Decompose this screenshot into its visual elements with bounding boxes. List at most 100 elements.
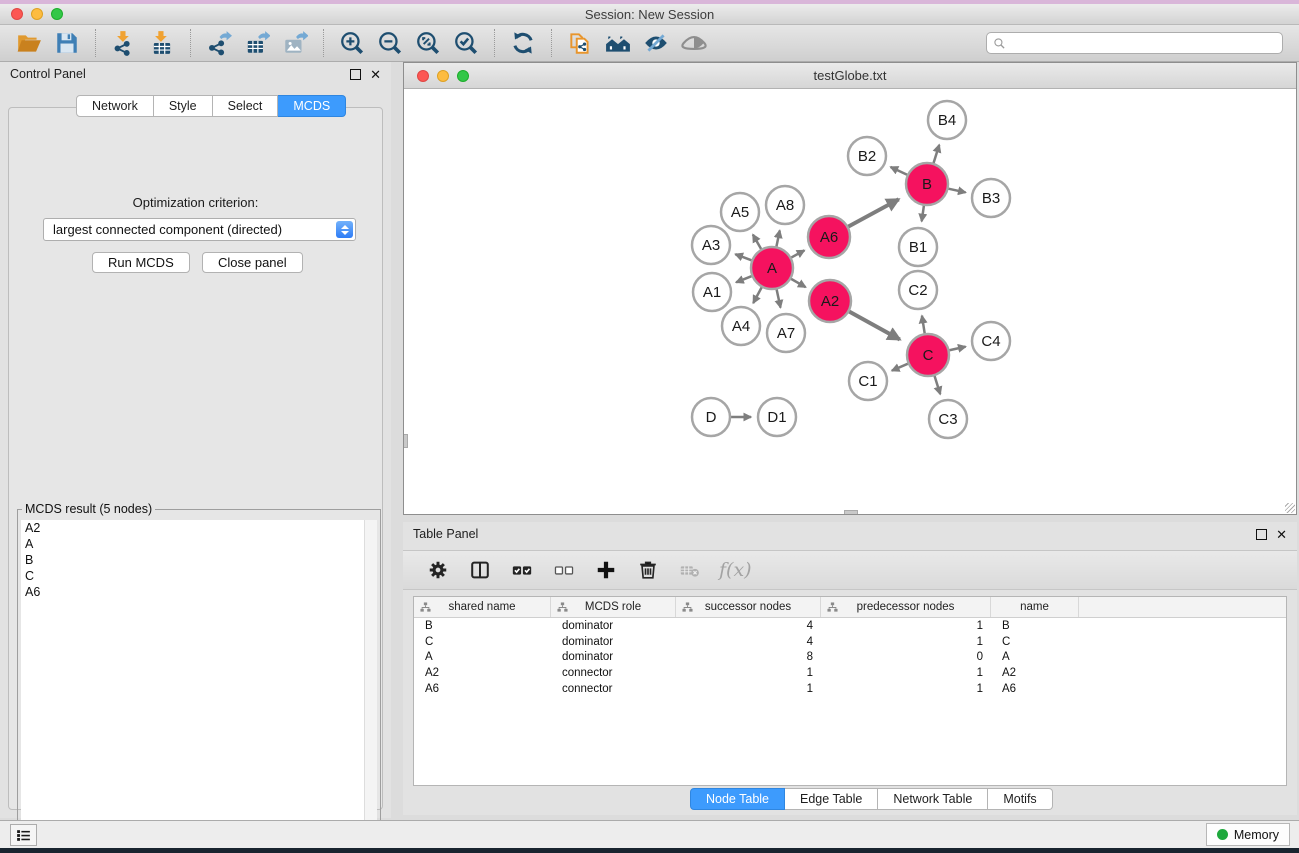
network-window-controls[interactable] bbox=[417, 70, 469, 82]
table-settings-button[interactable] bbox=[423, 556, 453, 584]
minimize-window-button[interactable] bbox=[31, 8, 43, 20]
mcds-result-item[interactable]: B bbox=[21, 552, 377, 568]
close-panel-button[interactable]: Close panel bbox=[202, 252, 303, 273]
cell-successor-nodes[interactable]: 4 bbox=[676, 620, 821, 632]
zoom-fit-button[interactable] bbox=[412, 28, 444, 58]
zoom-out-button[interactable] bbox=[374, 28, 406, 58]
optimization-criterion-dropdown[interactable]: largest connected component (directed) bbox=[43, 218, 356, 241]
export-image-button[interactable] bbox=[279, 28, 311, 58]
node-A2[interactable]: A2 bbox=[809, 280, 851, 322]
delete-column-button[interactable] bbox=[633, 556, 663, 584]
node-A5[interactable]: A5 bbox=[721, 193, 759, 231]
table-row[interactable]: Bdominator41B bbox=[414, 618, 1286, 634]
close-network-button[interactable] bbox=[417, 70, 429, 82]
float-panel-icon[interactable] bbox=[350, 69, 361, 80]
cell-name[interactable]: A6 bbox=[991, 683, 1079, 695]
cell-predecessor-nodes[interactable]: 1 bbox=[821, 636, 991, 648]
cell-name[interactable]: B bbox=[991, 620, 1079, 632]
node-C[interactable]: C bbox=[907, 334, 949, 376]
cell-MCDS-role[interactable]: dominator bbox=[551, 651, 676, 663]
node-C4[interactable]: C4 bbox=[972, 322, 1010, 360]
column-header-predecessor-nodes[interactable]: predecessor nodes bbox=[821, 597, 991, 617]
export-network-button[interactable] bbox=[203, 28, 235, 58]
mcds-result-list[interactable]: A2ABCA6 bbox=[21, 520, 377, 853]
mcds-result-item[interactable]: A6 bbox=[21, 584, 377, 600]
node-C2[interactable]: C2 bbox=[899, 271, 937, 309]
tab-network[interactable]: Network bbox=[76, 95, 154, 117]
zoom-window-button[interactable] bbox=[51, 8, 63, 20]
tab-network-table[interactable]: Network Table bbox=[878, 788, 988, 810]
cell-predecessor-nodes[interactable]: 1 bbox=[821, 667, 991, 679]
cell-predecessor-nodes[interactable]: 0 bbox=[821, 651, 991, 663]
cell-successor-nodes[interactable]: 1 bbox=[676, 667, 821, 679]
function-builder-button[interactable]: f(x) bbox=[719, 559, 752, 581]
node-B2[interactable]: B2 bbox=[848, 137, 886, 175]
show-column-panel-button[interactable] bbox=[465, 556, 495, 584]
delete-table-button[interactable] bbox=[675, 556, 705, 584]
cell-successor-nodes[interactable]: 4 bbox=[676, 636, 821, 648]
zoom-network-button[interactable] bbox=[457, 70, 469, 82]
tab-mcds[interactable]: MCDS bbox=[278, 95, 346, 117]
mcds-result-item[interactable]: A2 bbox=[21, 520, 377, 536]
edge-A6-B[interactable] bbox=[846, 199, 899, 228]
mcds-list-scrollbar[interactable] bbox=[364, 520, 377, 853]
node-B3[interactable]: B3 bbox=[972, 179, 1010, 217]
cell-shared-name[interactable]: A bbox=[414, 651, 551, 663]
column-header-shared-name[interactable]: shared name bbox=[414, 597, 551, 617]
cell-MCDS-role[interactable]: dominator bbox=[551, 636, 676, 648]
cell-name[interactable]: A bbox=[991, 651, 1079, 663]
search-input[interactable] bbox=[1010, 34, 1276, 52]
app-window-controls[interactable] bbox=[11, 8, 63, 20]
cell-name[interactable]: A2 bbox=[991, 667, 1079, 679]
zoom-in-button[interactable] bbox=[336, 28, 368, 58]
edge-A2-C[interactable] bbox=[847, 310, 900, 339]
minimize-network-button[interactable] bbox=[437, 70, 449, 82]
edge-B-B4[interactable] bbox=[933, 145, 940, 166]
refresh-button[interactable] bbox=[507, 28, 539, 58]
cell-shared-name[interactable]: C bbox=[414, 636, 551, 648]
node-A6[interactable]: A6 bbox=[808, 216, 850, 258]
network-graph[interactable]: B4B2BB3A5A8A6B1A3AC2A1A2A4A7C4CC1C3DD1 bbox=[404, 89, 1296, 514]
node-A[interactable]: A bbox=[751, 247, 793, 289]
hide-display-button[interactable] bbox=[640, 28, 672, 58]
network-canvas[interactable]: B4B2BB3A5A8A6B1A3AC2A1A2A4A7C4CC1C3DD1 bbox=[404, 89, 1296, 514]
network-vscroll-thumb[interactable] bbox=[404, 434, 408, 448]
save-session-button[interactable] bbox=[51, 28, 83, 58]
export-table-button[interactable] bbox=[241, 28, 273, 58]
duplicate-network-button[interactable] bbox=[564, 28, 596, 58]
close-window-button[interactable] bbox=[11, 8, 23, 20]
run-mcds-button[interactable]: Run MCDS bbox=[92, 252, 190, 273]
deselect-all-button[interactable] bbox=[549, 556, 579, 584]
close-panel-icon[interactable]: ✕ bbox=[370, 69, 381, 80]
column-header-MCDS-role[interactable]: MCDS role bbox=[551, 597, 676, 617]
node-C1[interactable]: C1 bbox=[849, 362, 887, 400]
select-all-button[interactable] bbox=[507, 556, 537, 584]
table-row[interactable]: A2connector11A2 bbox=[414, 665, 1286, 681]
import-table-button[interactable] bbox=[146, 28, 178, 58]
network-hscroll-thumb[interactable] bbox=[844, 510, 858, 514]
task-history-button[interactable] bbox=[10, 824, 37, 846]
edge-C-C3[interactable] bbox=[934, 373, 941, 394]
cell-name[interactable]: C bbox=[991, 636, 1079, 648]
node-C3[interactable]: C3 bbox=[929, 400, 967, 438]
table-row[interactable]: A6connector11A6 bbox=[414, 681, 1286, 697]
node-A8[interactable]: A8 bbox=[766, 186, 804, 224]
node-B1[interactable]: B1 bbox=[899, 228, 937, 266]
cell-predecessor-nodes[interactable]: 1 bbox=[821, 620, 991, 632]
node-A4[interactable]: A4 bbox=[722, 307, 760, 345]
tab-style[interactable]: Style bbox=[154, 95, 213, 117]
mcds-result-item[interactable]: C bbox=[21, 568, 377, 584]
home-view-button[interactable] bbox=[602, 28, 634, 58]
node-A3[interactable]: A3 bbox=[692, 226, 730, 264]
column-header-name[interactable]: name bbox=[991, 597, 1079, 617]
cell-MCDS-role[interactable]: connector bbox=[551, 683, 676, 695]
network-window-titlebar[interactable]: testGlobe.txt bbox=[404, 63, 1296, 89]
node-A7[interactable]: A7 bbox=[767, 314, 805, 352]
table-row[interactable]: Cdominator41C bbox=[414, 634, 1286, 650]
cell-successor-nodes[interactable]: 8 bbox=[676, 651, 821, 663]
open-session-button[interactable] bbox=[13, 28, 45, 58]
cell-shared-name[interactable]: A6 bbox=[414, 683, 551, 695]
cell-successor-nodes[interactable]: 1 bbox=[676, 683, 821, 695]
search-field[interactable] bbox=[986, 32, 1283, 54]
node-D1[interactable]: D1 bbox=[758, 398, 796, 436]
